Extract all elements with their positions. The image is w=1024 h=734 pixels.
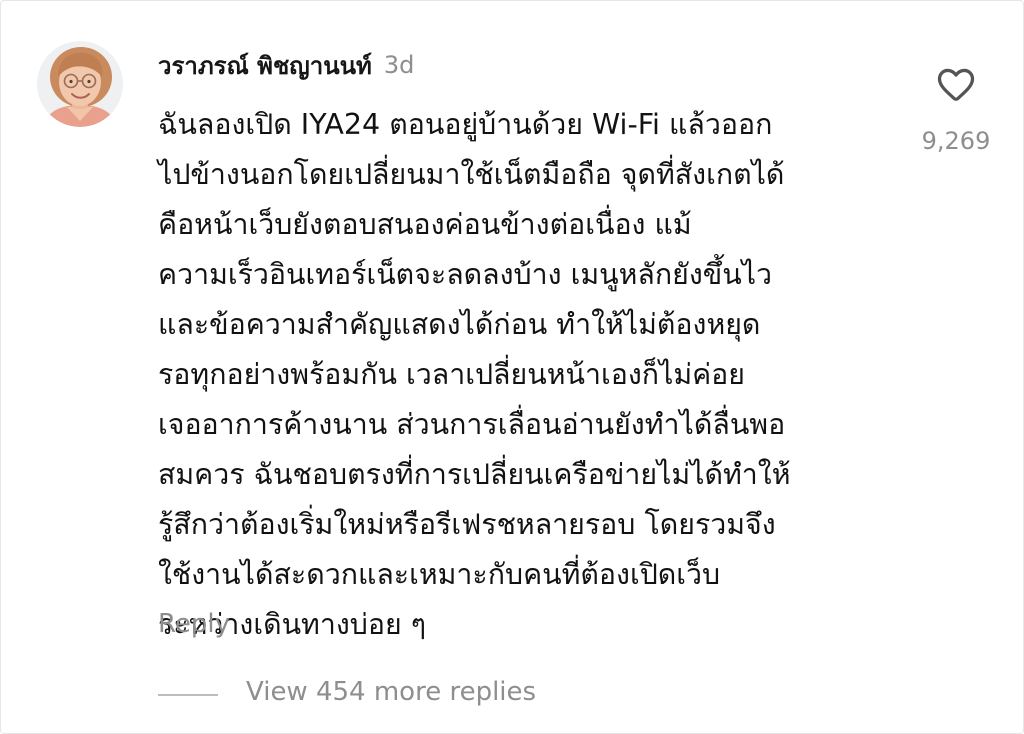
comment-timestamp: 3d [383,51,415,79]
comment-line: รู้สึกว่าต้องเริ่มใหม่หรือรีเฟรชหลายรอบ … [158,508,776,541]
avatar[interactable] [37,41,123,127]
comment-line: และข้อความสำคัญแสดงได้ก่อน ทำให้ไม่ต้องห… [158,308,761,341]
comment-line: ความเร็วอินเทอร์เน็ตจะลดลงบ้าง เมนูหลักย… [158,258,773,291]
heart-outline-icon[interactable] [934,62,978,106]
user-avatar-image [37,41,123,127]
view-replies-button[interactable]: View 454 more replies [246,677,536,707]
comment-line: ฉันลองเปิด IYA24 ตอนอยู่บ้านด้วย Wi-Fi แ… [158,108,773,141]
comment-line: เจออาการค้างนาน ส่วนการเลื่อนอ่านยังทำได… [158,408,786,441]
replies-divider [158,694,218,696]
comment-line: รอทุกอย่างพร้อมกัน เวลาเปลี่ยนหน้าเองก็ไ… [158,358,745,391]
reply-button[interactable]: Reply [158,609,230,639]
comment-line: ระหว่างเดินทางบ่อย ๆ [158,608,427,641]
comment-text: ฉันลองเปิด IYA24 ตอนอยู่บ้านด้วย Wi-Fi แ… [158,100,888,650]
comment-card: วราภรณ์ พิชญานนท์ 3d ฉันลองเปิด IYA24 ตอ… [0,0,1024,734]
comment-line: คือหน้าเว็บยังตอบสนองค่อนข้างต่อเนื่อง แ… [158,208,692,241]
comment-header: วราภรณ์ พิชญานนท์ 3d [158,47,414,83]
comment-line: ไปข้างนอกโดยเปลี่ยนมาใช้เน็ตมือถือ จุดที… [158,158,785,191]
like-count: 9,269 [921,127,991,155]
comment-line: ใช้งานได้สะดวกและเหมาะกับคนที่ต้องเปิดเว… [158,558,721,591]
comment-line: สมควร ฉันชอบตรงที่การเปลี่ยนเครือข่ายไม่… [158,458,791,491]
username[interactable]: วราภรณ์ พิชญานนท์ [158,46,372,85]
